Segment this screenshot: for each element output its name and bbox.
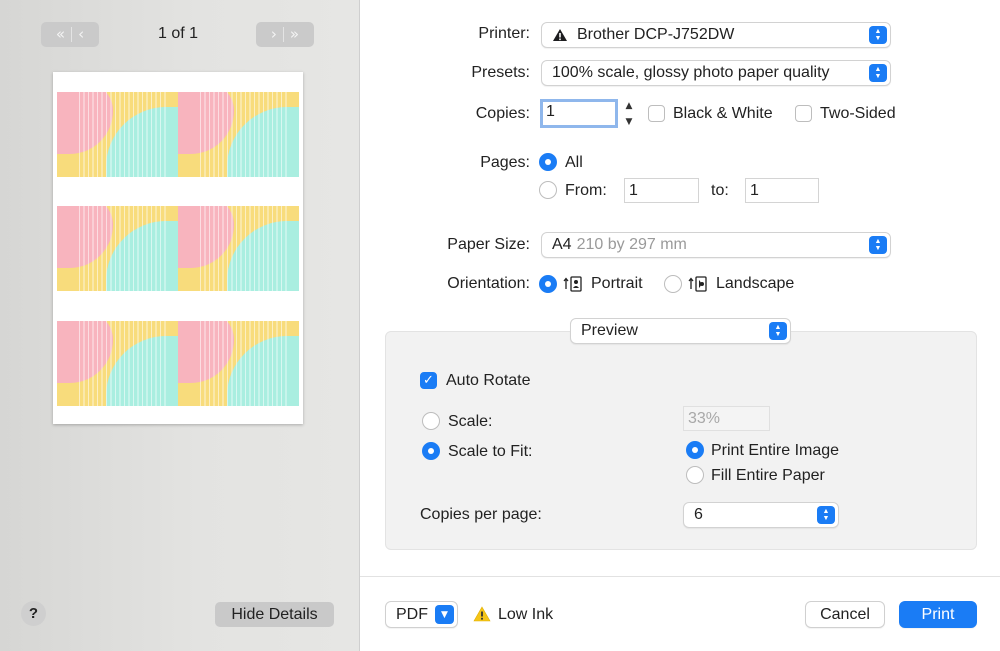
portrait-label: Portrait xyxy=(591,275,643,292)
section-select[interactable]: Preview ▲ ▼ xyxy=(570,318,791,344)
auto-rotate-label: Auto Rotate xyxy=(446,372,531,389)
warning-icon xyxy=(553,29,567,41)
hide-details-button[interactable]: Hide Details xyxy=(215,602,334,627)
stepper-down-icon[interactable]: ▼ xyxy=(626,117,633,127)
printer-value: Brother DCP-J752DW xyxy=(577,26,735,43)
copies-per-page-value: 6 xyxy=(694,506,703,523)
fill-entire-paper-label: Fill Entire Paper xyxy=(711,467,825,484)
preview-tile xyxy=(178,206,299,291)
pages-to-label: to: xyxy=(711,182,729,199)
paper-size-label: Paper Size: xyxy=(447,236,530,253)
black-white-checkbox[interactable] xyxy=(648,105,665,122)
pages-to-field[interactable]: 1 xyxy=(745,178,819,203)
scale-to-fit-radio[interactable] xyxy=(422,442,440,460)
preview-tile xyxy=(57,206,178,291)
preview-tile xyxy=(57,92,178,177)
landscape-radio[interactable] xyxy=(664,275,682,293)
copies-per-page-label: Copies per page: xyxy=(420,506,542,523)
preview-tile xyxy=(178,321,299,406)
preview-pane: « ‹ 1 of 1 › » ? Hide Details xyxy=(0,0,360,651)
chevron-down-icon: ▼ xyxy=(435,605,454,624)
pages-from-label: From: xyxy=(565,182,607,199)
paper-size-detail: 210 by 297 mm xyxy=(576,236,687,253)
copies-per-page-select[interactable]: 6 ▲ ▼ xyxy=(683,502,839,528)
copies-stepper[interactable]: ▲ ▼ xyxy=(622,101,636,127)
two-sided-checkbox[interactable] xyxy=(795,105,812,122)
landscape-icon xyxy=(688,276,707,292)
copies-field[interactable]: 1 xyxy=(540,99,618,128)
printer-label: Printer: xyxy=(478,25,530,42)
popup-arrows-icon: ▲ ▼ xyxy=(869,236,887,254)
paper-size-select[interactable]: A4 210 by 297 mm ▲ ▼ xyxy=(541,232,891,258)
print-entire-image-radio[interactable] xyxy=(686,441,704,459)
popup-arrows-icon: ▲ ▼ xyxy=(869,26,887,44)
scale-to-fit-label: Scale to Fit: xyxy=(448,443,533,460)
page-preview xyxy=(53,72,303,424)
fill-entire-paper-radio[interactable] xyxy=(686,466,704,484)
scale-label: Scale: xyxy=(448,413,493,430)
preview-tile xyxy=(57,321,178,406)
print-entire-image-label: Print Entire Image xyxy=(711,442,840,459)
black-white-label: Black & White xyxy=(673,105,773,122)
pdf-label: PDF xyxy=(396,605,428,623)
pages-label: Pages: xyxy=(480,154,530,171)
previous-page-icon[interactable]: ‹ xyxy=(78,27,84,42)
preview-tile xyxy=(178,92,299,177)
help-button[interactable]: ? xyxy=(21,601,46,626)
print-button[interactable]: Print xyxy=(899,601,977,628)
pages-from-radio[interactable] xyxy=(539,181,557,199)
pages-from-field[interactable]: 1 xyxy=(624,178,699,203)
paper-size-value: A4 xyxy=(552,236,572,253)
portrait-icon xyxy=(563,276,582,292)
orientation-label: Orientation: xyxy=(447,275,530,292)
section-value: Preview xyxy=(581,322,638,339)
presets-label: Presets: xyxy=(471,64,530,81)
copies-label: Copies: xyxy=(475,105,530,122)
next-page-buttons[interactable]: › » xyxy=(256,22,314,47)
scale-radio[interactable] xyxy=(422,412,440,430)
scale-field[interactable]: 33% xyxy=(683,406,770,431)
pdf-menu-button[interactable]: PDF ▼ xyxy=(385,601,458,628)
next-page-icon[interactable]: › xyxy=(271,27,277,42)
portrait-radio[interactable] xyxy=(539,275,557,293)
printer-select[interactable]: Brother DCP-J752DW ▲ ▼ xyxy=(541,22,891,48)
pages-all-label: All xyxy=(565,154,583,171)
popup-arrows-icon: ▲ ▼ xyxy=(869,64,887,82)
popup-arrows-icon: ▲ ▼ xyxy=(769,322,787,340)
low-ink-label: Low Ink xyxy=(498,606,554,623)
stepper-up-icon[interactable]: ▲ xyxy=(626,101,633,111)
cancel-button[interactable]: Cancel xyxy=(805,601,885,628)
pages-all-radio[interactable] xyxy=(539,153,557,171)
presets-select[interactable]: 100% scale, glossy photo paper quality ▲… xyxy=(541,60,891,86)
landscape-label: Landscape xyxy=(716,275,795,292)
footer-divider xyxy=(360,576,1000,577)
auto-rotate-checkbox[interactable]: ✓ xyxy=(420,372,437,389)
presets-value: 100% scale, glossy photo paper quality xyxy=(552,64,830,81)
last-page-icon[interactable]: » xyxy=(290,27,299,42)
popup-arrows-icon: ▲ ▼ xyxy=(817,506,835,524)
two-sided-label: Two-Sided xyxy=(820,105,896,122)
warning-icon xyxy=(473,606,491,622)
prev-page-buttons[interactable]: « ‹ xyxy=(41,22,99,47)
page-indicator: 1 of 1 xyxy=(157,25,199,42)
first-page-icon[interactable]: « xyxy=(56,27,65,42)
